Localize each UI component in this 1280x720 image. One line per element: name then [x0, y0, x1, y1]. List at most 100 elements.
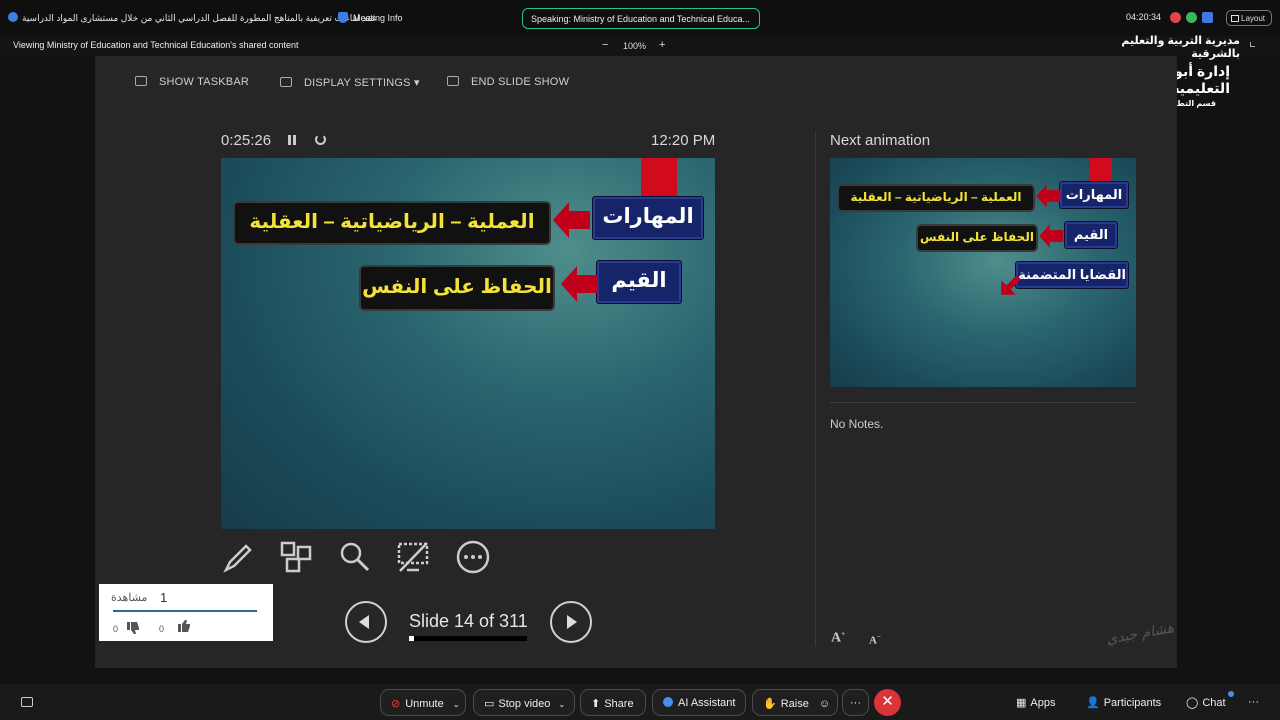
- globe-icon: [8, 12, 18, 22]
- display-settings-icon: [280, 77, 292, 87]
- raise-hand-icon: ✋: [763, 698, 777, 710]
- view-count-widget: 1 مشاهدة 0 0: [99, 584, 273, 641]
- elapsed-timer: 0:25:26: [221, 132, 272, 149]
- notes-divider: [830, 402, 1136, 403]
- chat-notification-dot: [1228, 691, 1234, 697]
- share-button[interactable]: ⬆ Share: [580, 689, 646, 716]
- presenter-view: SHOW TASKBAR DISPLAY SETTINGS ▾ END SLID…: [95, 56, 1177, 668]
- stop-video-label: Stop video: [498, 698, 551, 710]
- more-options-icon[interactable]: [456, 540, 490, 574]
- next-issues-label: القضايا المتضمنة: [1016, 262, 1128, 288]
- meeting-title-text: عقد لقاءات تعريفية بالمناهج المطورة للفص…: [22, 13, 377, 23]
- chevron-down-icon[interactable]: ⌄: [453, 700, 460, 709]
- layout-button[interactable]: Layout: [1226, 10, 1272, 26]
- values-label: القيم: [597, 261, 681, 303]
- see-all-slides-icon[interactable]: [279, 540, 313, 574]
- speaking-text: Speaking: Ministry of Education and Tech…: [531, 14, 750, 24]
- previous-icon: [359, 615, 369, 629]
- display-settings-label: DISPLAY SETTINGS ▾: [304, 77, 420, 89]
- raise-hand-button[interactable]: ✋ Raise ☺: [752, 689, 838, 716]
- panel-divider: [815, 131, 816, 646]
- next-animation-heading: Next animation: [830, 132, 931, 149]
- speaker-notes: No Notes.: [830, 417, 884, 431]
- thumbs-down-icon[interactable]: [125, 620, 141, 636]
- increase-font-icon[interactable]: A+: [831, 630, 845, 647]
- end-show-icon: [447, 76, 459, 86]
- previous-slide-button[interactable]: [345, 601, 387, 643]
- next-slide-red-tab: [1090, 158, 1112, 182]
- next-icon: [567, 615, 577, 629]
- share-status-strip: Viewing Ministry of Education and Techni…: [0, 36, 1280, 56]
- pause-timer-icon[interactable]: [288, 135, 296, 145]
- share-label: Share: [604, 698, 634, 710]
- meeting-info-label: Meeting Info: [353, 13, 403, 23]
- muted-mic-icon: ⊘: [391, 698, 401, 710]
- zoom-level: 100%: [623, 41, 647, 51]
- show-taskbar-button[interactable]: SHOW TASKBAR: [135, 76, 249, 88]
- apps-icon: ▦: [1016, 697, 1027, 709]
- end-slide-show-label: END SLIDE SHOW: [471, 76, 570, 88]
- meeting-controls-bar: ⊘ Unmute ⌄ ▭ Stop video ⌄ ⬆ Share AI Assist…: [0, 684, 1280, 720]
- more-label: ···: [850, 697, 861, 709]
- more-right-button[interactable]: ···: [1248, 696, 1259, 708]
- share-screen-icon: ⬆: [591, 698, 601, 710]
- like-count: 0: [159, 624, 165, 634]
- chat-button[interactable]: ◯ Chat: [1186, 696, 1226, 709]
- show-taskbar-label: SHOW TASKBAR: [159, 76, 250, 88]
- next-slide-button[interactable]: [550, 601, 592, 643]
- apps-label: Apps: [1030, 697, 1056, 709]
- video-camera-icon: ▭: [484, 698, 495, 710]
- ai-assistant-button[interactable]: AI Assistant: [652, 689, 746, 716]
- leave-meeting-button[interactable]: ✕: [874, 689, 901, 716]
- layout-icon: [1231, 15, 1239, 22]
- zoom-slide-icon[interactable]: [338, 540, 372, 574]
- view-count: 1: [160, 590, 168, 605]
- chevron-down-icon[interactable]: ⌄: [558, 700, 565, 709]
- skills-label: المهارات: [593, 197, 703, 239]
- end-slide-show-button[interactable]: END SLIDE SHOW: [447, 76, 569, 88]
- captions-icon[interactable]: [21, 697, 33, 707]
- slide-red-tab: [641, 158, 677, 198]
- pen-tool-icon[interactable]: [220, 540, 254, 574]
- shield-icon: [338, 12, 348, 23]
- zoom-in-button[interactable]: +: [659, 39, 665, 51]
- next-skills-value: العملية – الرياضياتية – العقلية: [837, 184, 1035, 212]
- slide-progress-bar: [409, 636, 527, 641]
- taskbar-icon: [135, 76, 147, 86]
- black-screen-icon[interactable]: [396, 540, 430, 574]
- next-values-value: الحفاظ على النفس: [916, 224, 1038, 252]
- view-underline: [113, 610, 257, 612]
- decrease-font-icon[interactable]: A−: [869, 633, 881, 647]
- next-issues-arrow-icon: [1001, 275, 1021, 295]
- recording-status-icon: [1170, 12, 1181, 23]
- expand-icon[interactable]: [1250, 42, 1255, 47]
- next-skills-arrow-icon: [1036, 184, 1061, 208]
- meeting-title: عقد لقاءات تعريفية بالمناهج المطورة للفص…: [8, 12, 377, 24]
- participants-icon: 👤: [1086, 697, 1100, 709]
- next-slide-preview: المهارات العملية – الرياضياتية – العقلية…: [830, 158, 1136, 387]
- zoom-out-button[interactable]: −: [602, 39, 608, 51]
- ai-assistant-label: AI Assistant: [678, 697, 736, 709]
- reactions-icon[interactable]: ☺: [819, 698, 830, 710]
- next-values-arrow-icon: [1039, 224, 1064, 248]
- apps-button[interactable]: ▦ Apps: [1016, 696, 1055, 709]
- speaking-indicator: Speaking: Ministry of Education and Tech…: [522, 8, 760, 29]
- slide-counter: Slide 14 of 311: [409, 611, 528, 631]
- more-button[interactable]: ···: [842, 689, 869, 716]
- unmute-button[interactable]: ⊘ Unmute ⌄: [380, 689, 466, 716]
- values-arrow-icon: [561, 266, 598, 302]
- participants-button[interactable]: 👤 Participants: [1086, 696, 1161, 709]
- restart-timer-icon[interactable]: [315, 134, 326, 145]
- current-time: 12:20 PM: [651, 132, 716, 149]
- layout-label: Layout: [1241, 14, 1266, 23]
- thumbs-up-icon[interactable]: [176, 618, 192, 634]
- viewing-shared-content-label: Viewing Ministry of Education and Techni…: [13, 40, 299, 50]
- stop-video-button[interactable]: ▭ Stop video ⌄: [473, 689, 575, 716]
- next-values-label: القيم: [1065, 222, 1117, 248]
- ai-assistant-icon: [663, 697, 673, 707]
- meeting-info-button[interactable]: Meeting Info: [338, 12, 403, 23]
- display-settings-button[interactable]: DISPLAY SETTINGS ▾: [280, 76, 420, 89]
- meeting-clock: 04:20:34: [1126, 12, 1162, 22]
- skills-value: العملية – الرياضياتية – العقلية: [233, 201, 551, 245]
- chat-label: Chat: [1202, 697, 1226, 709]
